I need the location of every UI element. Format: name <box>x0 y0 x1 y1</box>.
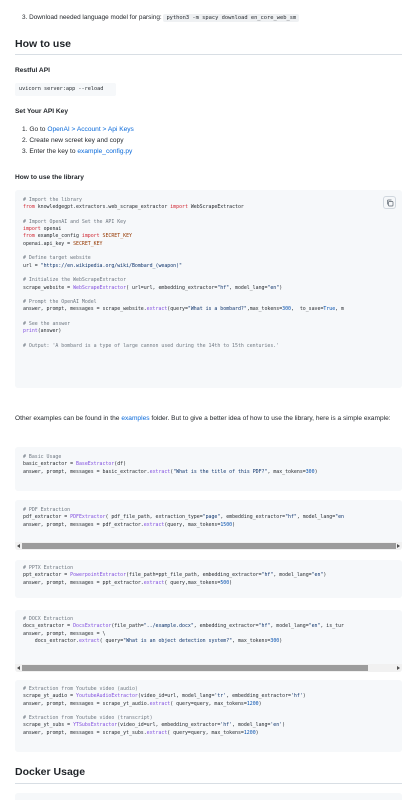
code-line: answer, prompt, messages = scrape_websit… <box>23 306 345 313</box>
copy-button[interactable] <box>383 196 396 209</box>
code-line: # Output: 'A bombard is a type of large … <box>23 342 280 349</box>
code-block-youtube: # Extraction from Youtube video (audio) s… <box>15 680 402 752</box>
list-item: 2. Create new screet key and copy <box>22 137 124 144</box>
code-line: from knowledgegpt.extractors.web_scrape_… <box>23 204 244 211</box>
scroll-thumb[interactable] <box>22 543 396 549</box>
code-line: # PPTX Extraction <box>23 565 74 571</box>
step-text: Download needed language model for parsi… <box>29 14 162 21</box>
code-line: # DOCX Extraction <box>23 616 74 622</box>
scroll-right-arrow-icon[interactable] <box>397 543 400 548</box>
code-line: from example_config import SECRET_KEY <box>23 233 132 240</box>
code-line: answer, prompt, messages = scrape_yt_aud… <box>23 700 262 707</box>
heading-divider <box>15 54 402 55</box>
readme-page: 3. Download needed language model for pa… <box>0 0 417 800</box>
code-block-basic-usage: # Basic Usage basic_extractor = BaseExtra… <box>15 447 402 491</box>
code-line: pdf_extractor = PDFExtractor( pdf_file_p… <box>23 514 344 521</box>
scroll-left-arrow-icon[interactable] <box>17 543 20 548</box>
code-content: # PPTX Extraction ppt_extractor = Powerpo… <box>15 560 402 587</box>
scroll-thumb[interactable] <box>22 665 368 671</box>
code-block-pptx: # PPTX Extraction ppt_extractor = Powerpo… <box>15 560 402 598</box>
code-line: # Basic Usage <box>23 454 62 460</box>
inline-code-command: python3 -m spacy download en_core_web_sm <box>163 14 300 22</box>
section-heading-docker: Docker Usage <box>15 766 86 778</box>
code-line: # Initialize the WebScrapeExtractor <box>23 277 127 284</box>
openai-link[interactable]: OpenAI <box>47 126 69 133</box>
code-line: # See the answer <box>23 321 71 328</box>
code-line: scrape_yt_audio = YoutubeAudioExtractor(… <box>23 693 306 700</box>
code-line: ppt_extractor = PowerpointExtractor(file… <box>23 572 327 579</box>
code-line: answer, prompt, messages = scrape_yt_sub… <box>23 729 259 736</box>
code-block-library: # Import the library from knowledgegpt.ex… <box>15 190 402 388</box>
code-content: # Basic Usage basic_extractor = BaseExtra… <box>15 447 402 476</box>
subheading-api-key: Set Your API Key <box>15 108 69 115</box>
section-heading-how-to-use: How to use <box>15 38 72 50</box>
code-line: docs_extractor.extract( query="What is a… <box>23 637 283 644</box>
code-content: # Extraction from Youtube video (audio) s… <box>15 680 402 737</box>
heading-divider <box>15 783 402 784</box>
code-line: # Import OpenAI and Set the API Key <box>23 218 127 225</box>
code-block-docx: # DOCX Extraction docs_extractor = DocsEx… <box>15 610 402 672</box>
code-restful-command: uvicorn server:app --reload <box>15 83 116 96</box>
code-line: url = "https://en.wikipedia.org/wiki/Bom… <box>23 262 183 269</box>
horizontal-scrollbar[interactable] <box>15 664 402 672</box>
code-line: # Define target website <box>23 255 91 262</box>
code-line: # Extraction from Youtube video (audio) <box>23 686 138 692</box>
scroll-left-arrow-icon[interactable] <box>17 665 20 670</box>
subheading-library: How to use the library <box>15 174 84 181</box>
code-line: answer, prompt, messages = ppt_extractor… <box>23 579 233 586</box>
code-line: basic_extractor = BaseExtractor(df) <box>23 461 127 468</box>
install-step-3: 3. Download needed language model for pa… <box>22 14 300 22</box>
step-number: 3. <box>22 14 28 21</box>
code-line: answer, prompt, messages = \ <box>23 630 106 637</box>
code-content: # Import the library from knowledgegpt.ex… <box>15 190 402 350</box>
api-keys-link[interactable]: Api Keys <box>108 126 134 133</box>
code-line: # PDF Extraction <box>23 507 71 513</box>
code-line: scrape_yt_subs = YTSubsExtractor(video_i… <box>23 722 286 729</box>
account-link[interactable]: Account <box>77 126 101 133</box>
subheading-restful-api: Restful API <box>15 67 50 74</box>
code-line: import openai <box>23 226 62 233</box>
code-line: answer, prompt, messages = basic_extract… <box>23 468 318 475</box>
copy-icon <box>386 199 393 206</box>
code-block-docker <box>15 793 402 800</box>
examples-link[interactable]: examples <box>121 415 149 422</box>
code-line: openai.api_key = SECRET_KEY <box>23 240 103 247</box>
other-examples-paragraph: Other examples can be found in the examp… <box>15 415 391 422</box>
code-content: # PDF Extraction pdf_extractor = PDFExtra… <box>15 500 402 529</box>
list-item: 1. Go to OpenAI > Account > Api Keys <box>22 126 134 133</box>
code-line: # Prompt the OpenAI Model <box>23 299 97 306</box>
code-line: scrape_website = WebScrapeExtractor( url… <box>23 284 283 291</box>
code-content: # DOCX Extraction docs_extractor = DocsEx… <box>15 610 402 645</box>
code-line: print(answer) <box>23 328 62 335</box>
api-key-steps: 1. Go to OpenAI > Account > Api Keys 2. … <box>22 126 134 159</box>
example-config-link[interactable]: example_config.py <box>77 148 132 155</box>
list-item: 3. Enter the key to example_config.py <box>22 148 133 155</box>
code-line: docs_extractor = DocsExtractor(file_path… <box>23 623 344 630</box>
code-line: # Import the library <box>23 197 82 203</box>
code-line: answer, prompt, messages = pdf_extractor… <box>23 521 236 528</box>
code-line: # Extraction from Youtube video (transcr… <box>23 715 153 722</box>
scroll-right-arrow-icon[interactable] <box>397 665 400 670</box>
code-block-pdf: # PDF Extraction pdf_extractor = PDFExtra… <box>15 500 402 550</box>
horizontal-scrollbar[interactable] <box>15 542 402 550</box>
